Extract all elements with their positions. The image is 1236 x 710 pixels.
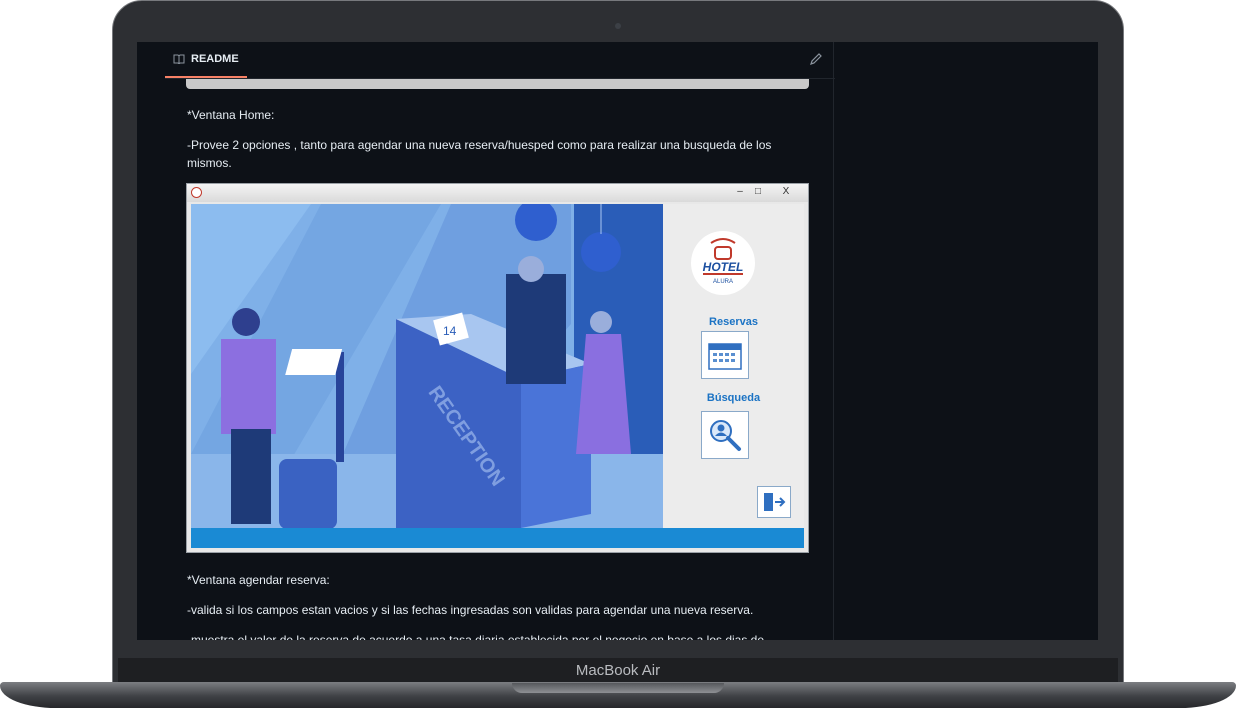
exit-button[interactable] xyxy=(757,486,791,518)
laptop-notch xyxy=(512,683,724,693)
book-icon xyxy=(173,54,185,64)
logo-subtext: ALURA xyxy=(713,279,733,285)
paragraph-home-title: *Ventana Home: xyxy=(187,108,275,122)
side-panel: HOTEL ALURA Reservas Búsqueda xyxy=(663,204,804,528)
readme-label: README xyxy=(191,53,239,65)
device-brand-label: MacBook Air xyxy=(575,662,661,679)
paragraph-reserva-value: -muestra el valor de la reserva de acuer… xyxy=(187,633,765,640)
camera-icon xyxy=(615,23,621,29)
calendar-day-text: 14 xyxy=(443,324,457,338)
hotel-logo: HOTEL ALURA xyxy=(691,231,755,295)
paragraph-reserva-validation: -valida si los campos estan vacios y si … xyxy=(187,603,754,617)
screen: README *Ventana Home: -Provee 2 opciones… xyxy=(137,42,1098,640)
app-window-screenshot: – □ X RECEPTION 14 HOTEL ALURA Reservas … xyxy=(186,183,809,553)
reservas-label: Reservas xyxy=(709,316,758,328)
search-user-icon xyxy=(710,420,741,451)
busqueda-button[interactable] xyxy=(701,411,749,459)
close-button[interactable]: X xyxy=(777,186,795,198)
paragraph-reserva-title: *Ventana agendar reserva: xyxy=(187,573,330,587)
logo-text: HOTEL xyxy=(703,260,744,274)
maximize-button[interactable]: □ xyxy=(749,186,767,198)
app-icon xyxy=(191,187,202,198)
reception-illustration: RECEPTION 14 xyxy=(191,204,663,528)
busqueda-label: Búsqueda xyxy=(706,392,761,404)
calendar-icon xyxy=(708,343,742,370)
window-titlebar: – □ X xyxy=(187,184,808,202)
readme-tab[interactable]: README xyxy=(165,42,247,78)
reservas-button[interactable] xyxy=(701,331,749,379)
column-divider xyxy=(833,42,834,640)
pencil-icon[interactable] xyxy=(809,52,823,66)
window-footer-bar xyxy=(191,528,804,548)
minimize-button[interactable]: – xyxy=(731,186,749,198)
readme-header: README xyxy=(165,42,835,79)
exit-door-icon xyxy=(764,493,786,511)
paragraph-home-desc: -Provee 2 opciones , tanto para agendar … xyxy=(187,138,772,170)
